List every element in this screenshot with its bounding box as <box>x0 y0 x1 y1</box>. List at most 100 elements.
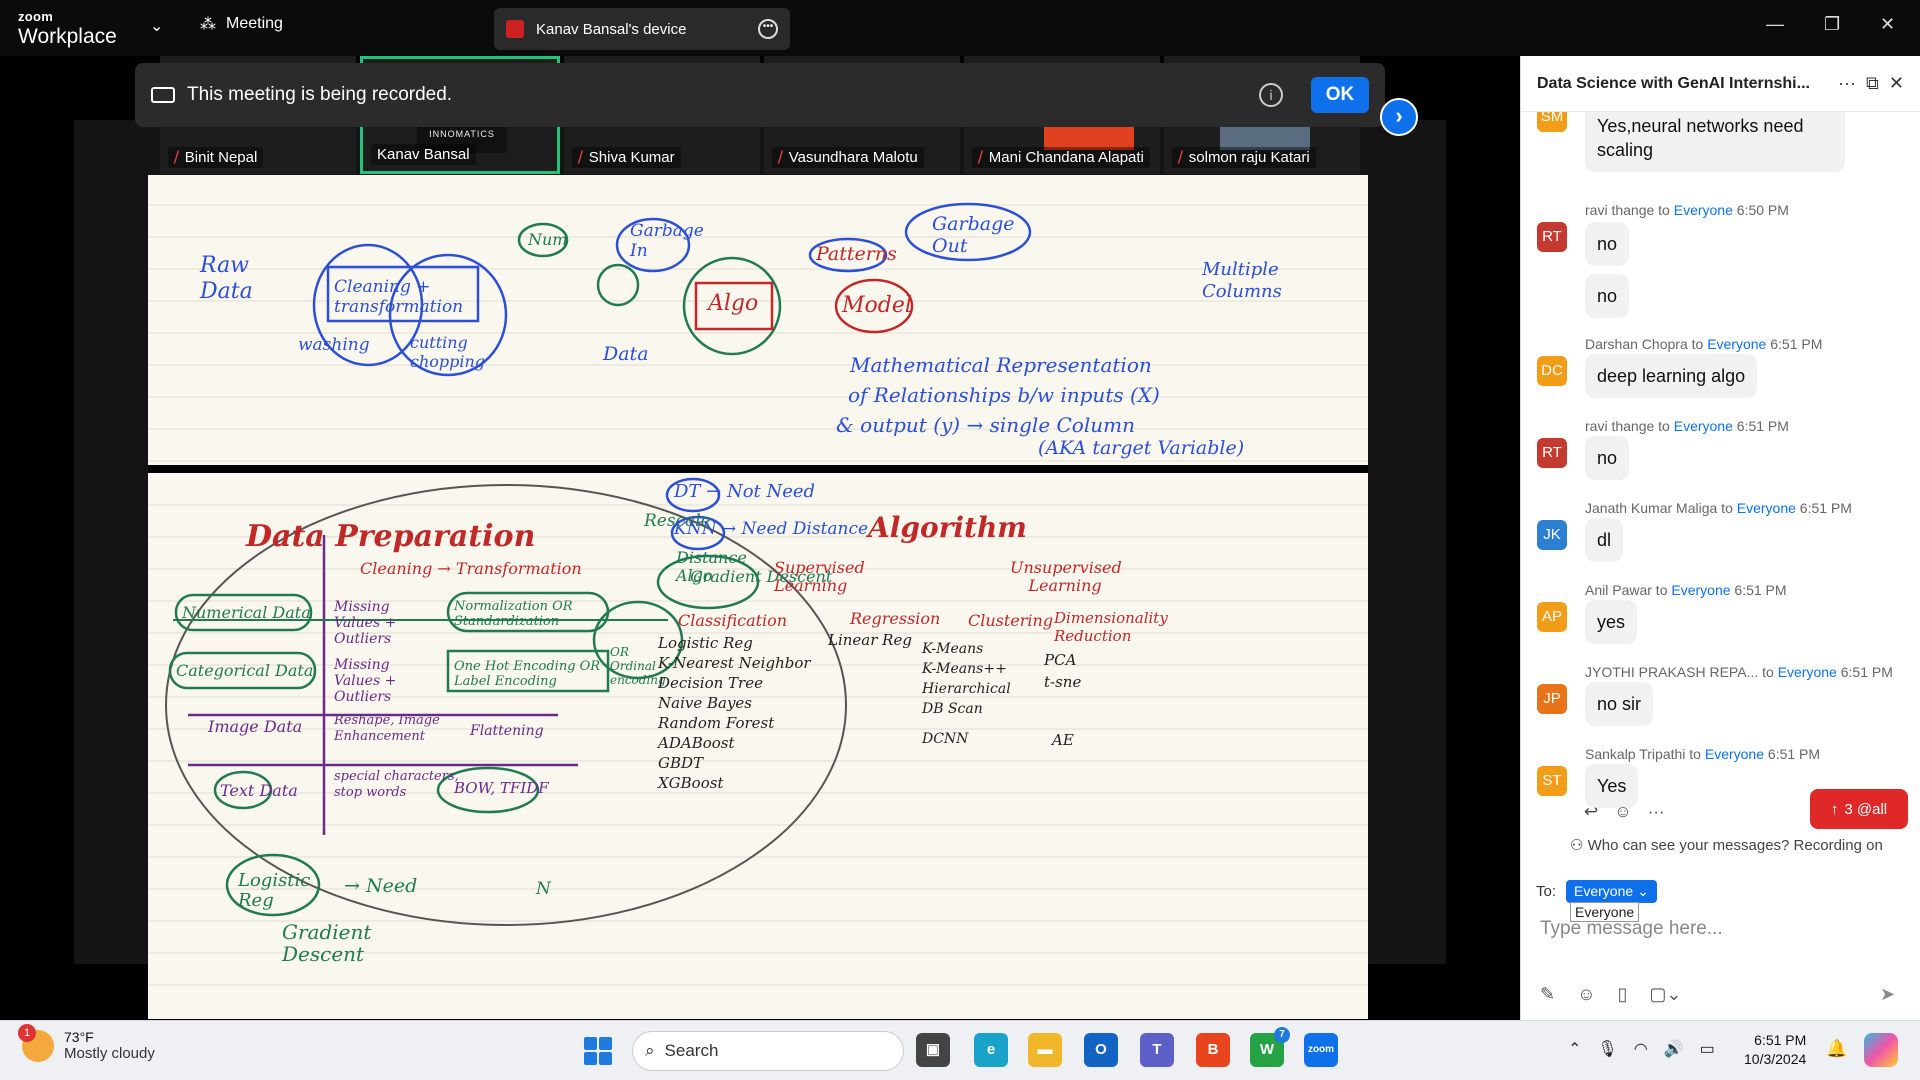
more-icon[interactable]: ··· <box>1648 802 1665 822</box>
close-icon[interactable]: ✕ <box>1880 14 1895 35</box>
participant-name: Kanav Bansal <box>377 146 470 163</box>
chevron-down-icon[interactable]: ⌄ <box>150 16 163 36</box>
screenshot-icon[interactable]: ▢⌄ <box>1649 984 1681 1005</box>
sender-name: ravi thange to <box>1585 202 1674 218</box>
clock[interactable]: 6:51 PM 10/3/2024 <box>1744 1031 1806 1069</box>
whiteboard-slide: Raw Data Cleaning + transformation washi… <box>148 175 1368 1019</box>
label-num: Num <box>528 230 568 249</box>
timestamp: 6:51 PM <box>1764 746 1821 762</box>
copilot-icon[interactable] <box>1864 1033 1898 1067</box>
algo-item: t-sne <box>1044 673 1082 691</box>
mic-muted-icon: ⧸ <box>174 149 179 165</box>
microphone-icon[interactable]: 🎙 <box>1597 1039 1617 1059</box>
meeting-button[interactable]: ⁂ Meeting <box>200 14 283 34</box>
label-missing-values-1: Missing Values + Outliers <box>334 599 397 647</box>
participant-name: Binit Nepal <box>184 149 258 166</box>
message-meta: Janath Kumar Maliga to Everyone 6:51 PM <box>1585 500 1852 516</box>
sender-name: Darshan Chopra to <box>1585 336 1708 352</box>
avatar: AP <box>1537 602 1567 632</box>
task-view-icon[interactable]: ▣ <box>916 1033 950 1067</box>
shared-device-pill[interactable]: Kanav Bansal's device ••• <box>494 8 790 50</box>
system-tray: ⌃ 🎙 ◠ 🔊 ▭ <box>1568 1039 1715 1059</box>
label-logistic-reg: Logistic Reg <box>238 870 311 911</box>
emoji-icon[interactable]: ☺ <box>1577 984 1595 1005</box>
title-bar: zoom Workplace ⌄ ⁂ Meeting Kanav Bansal'… <box>0 0 1920 56</box>
file-explorer-icon[interactable]: ▬ <box>1028 1033 1062 1067</box>
message-meta: Sankalp Tripathi to Everyone 6:51 PM <box>1585 746 1820 762</box>
more-icon[interactable]: ··· <box>1838 73 1856 94</box>
wifi-icon[interactable]: ◠ <box>1634 1039 1648 1059</box>
algo-item: GBDT <box>658 754 704 772</box>
label-math-3: & output (y) → single Column <box>836 413 1135 437</box>
avatar: RT <box>1537 222 1567 252</box>
recipient-select[interactable]: Everyone ⌄ <box>1566 880 1657 903</box>
recipient: Everyone <box>1736 500 1796 516</box>
recipient: Everyone <box>1704 746 1765 762</box>
message-input[interactable]: Type message here... <box>1540 918 1723 940</box>
minimize-icon[interactable]: — <box>1766 14 1784 35</box>
algo-item: K-Means++ <box>922 661 1007 677</box>
algo-item: DCNN <box>922 731 969 747</box>
volume-icon[interactable]: 🔊 <box>1664 1039 1684 1059</box>
search-label: Search <box>664 1041 719 1060</box>
video-camera-icon <box>151 87 175 103</box>
next-page-button[interactable]: › <box>1380 98 1418 136</box>
emoji-add-icon[interactable]: ☺ <box>1614 802 1631 822</box>
algo-item: Logistic Reg <box>658 634 753 652</box>
battery-icon[interactable]: ▭ <box>1700 1039 1715 1059</box>
message-meta: Darshan Chopra to Everyone 6:51 PM <box>1585 336 1822 352</box>
recipient: Everyone <box>1673 202 1733 218</box>
dim-reduction-list: PCA t-sne <box>1044 649 1081 693</box>
send-icon[interactable]: ➤ <box>1880 984 1895 1005</box>
reply-icon[interactable]: ↩ <box>1584 802 1598 822</box>
chat-messages[interactable]: SM Yes,neural networks need scaling ravi… <box>1521 112 1911 882</box>
mention-all-button[interactable]: ↑ 3 @all <box>1810 789 1908 829</box>
avatar: RT <box>1537 438 1567 468</box>
date: 10/3/2024 <box>1744 1051 1807 1067</box>
participant-name: Shiva Kumar <box>588 149 675 166</box>
chevron-up-icon[interactable]: ⌃ <box>1568 1039 1581 1059</box>
people-icon: ⁂ <box>200 16 216 33</box>
pop-out-icon[interactable]: ⧉ <box>1866 73 1879 94</box>
more-options-icon[interactable]: ••• <box>758 19 778 39</box>
file-icon[interactable]: ▯ <box>1617 984 1627 1005</box>
windows-start-icon[interactable] <box>584 1037 612 1065</box>
notification-bell-icon[interactable]: 🔔 <box>1826 1039 1847 1059</box>
label-garbage-out: Garbage Out <box>932 213 1015 257</box>
message-meta: ravi thange to Everyone 6:50 PM <box>1585 202 1789 218</box>
algo-item: ADABoost <box>658 734 735 752</box>
share-screen-icon <box>506 20 524 38</box>
zoom-logo[interactable]: zoom Workplace <box>18 10 117 47</box>
participant-name: solmon raju Katari <box>1188 149 1310 166</box>
participant-name: Mani Chandana Alapati <box>988 149 1144 166</box>
label-cleaning: Cleaning + transformation <box>334 277 464 317</box>
message-bubble: Yes,neural networks need scaling <box>1585 112 1845 172</box>
label-model: Model <box>842 293 912 318</box>
weather-widget[interactable]: 1 73°F Mostly cloudy <box>18 1023 155 1062</box>
label-text-data: Text Data <box>220 781 298 800</box>
chat-panel: Data Science with GenAI Internshi... ···… <box>1520 56 1920 1020</box>
outlook-icon[interactable]: O <box>1084 1033 1118 1067</box>
participant-name-tag: ⧸ solmon raju Katari <box>1172 147 1316 168</box>
chat-header: Data Science with GenAI Internshi... ···… <box>1521 56 1920 112</box>
label-normalization: Normalization OR Standardization <box>454 599 573 629</box>
close-icon[interactable]: ✕ <box>1889 73 1904 94</box>
label-bow: BOW, TFIDF <box>454 779 549 797</box>
ok-button[interactable]: OK <box>1311 77 1369 113</box>
teams-icon[interactable]: T <box>1140 1033 1174 1067</box>
info-icon[interactable]: i <box>1259 83 1283 107</box>
taskbar-search[interactable]: ⌕ Search <box>632 1031 904 1071</box>
recording-text: This meeting is being recorded. <box>187 84 453 105</box>
whatsapp-icon[interactable]: W7 <box>1250 1027 1290 1067</box>
zoom-taskbar-icon[interactable]: zoom <box>1304 1033 1338 1067</box>
privacy-notice[interactable]: ⚇ Who can see your messages? Recording o… <box>1570 836 1883 854</box>
brave-icon[interactable]: B <box>1196 1033 1230 1067</box>
label-cutting: cutting chopping <box>410 333 486 371</box>
format-icon[interactable]: ✎ <box>1540 984 1555 1005</box>
label-dt: DT → Not Need <box>674 481 816 502</box>
restore-icon[interactable]: ❐ <box>1824 14 1840 35</box>
brand-small: zoom <box>18 9 54 24</box>
algo-item: Hierarchical <box>922 681 1011 697</box>
edge-icon[interactable]: e <box>974 1033 1008 1067</box>
label-algorithm: Algorithm <box>868 511 1027 544</box>
